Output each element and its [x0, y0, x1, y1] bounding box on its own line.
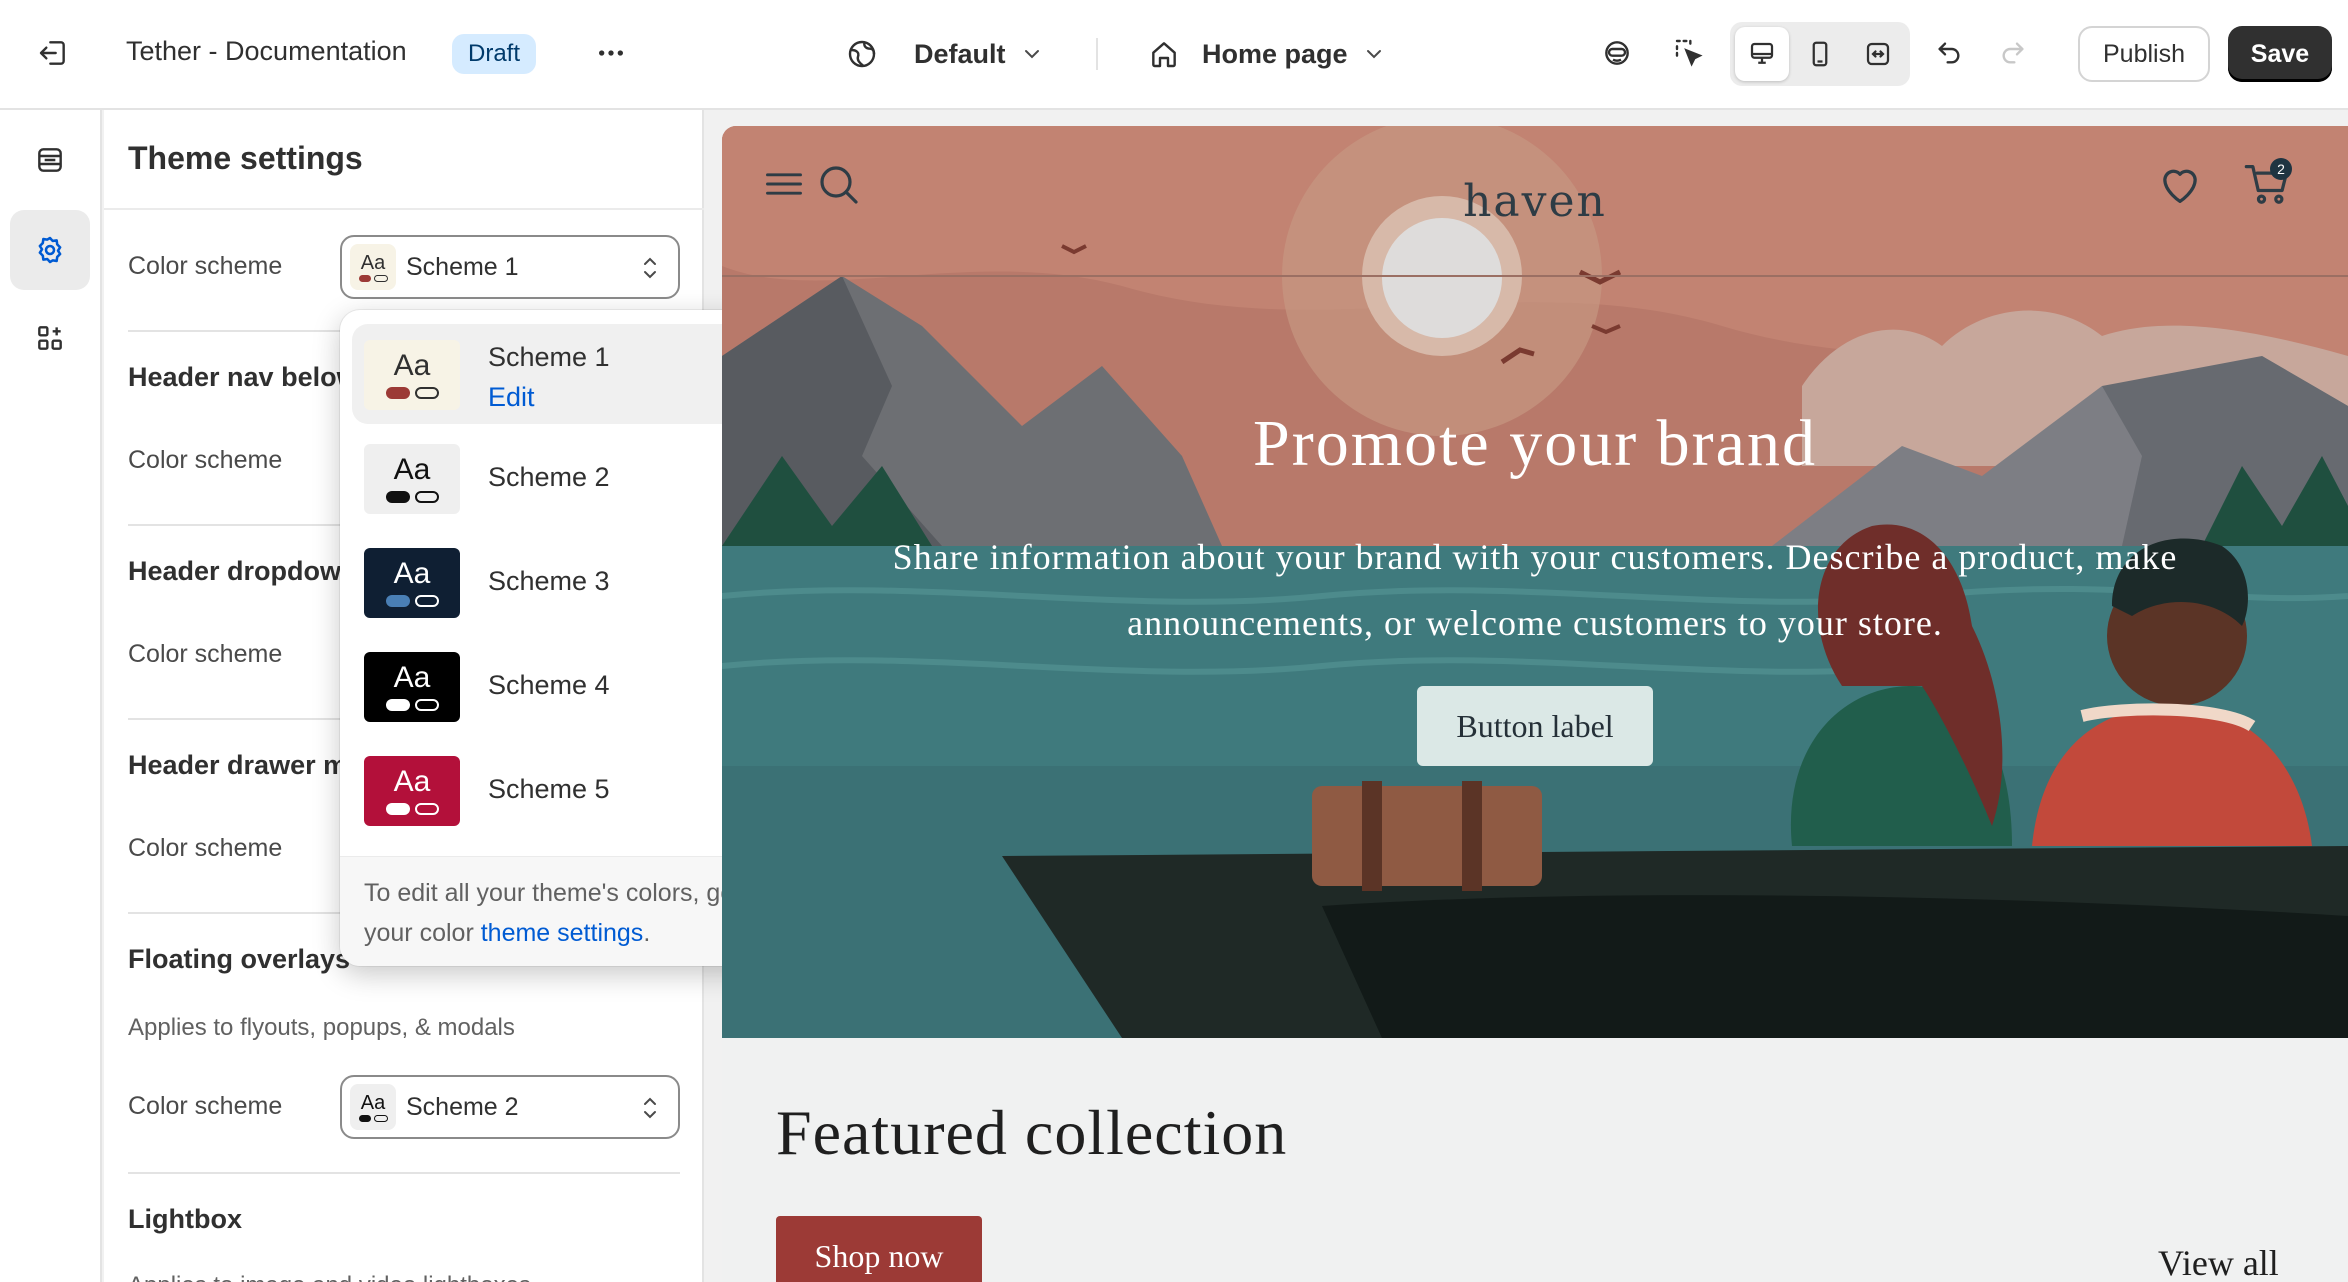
publish-button[interactable]: Publish — [2078, 26, 2210, 82]
chevron-down-icon — [1366, 50, 1381, 59]
store-logo[interactable]: haven — [722, 176, 2348, 227]
select-chevron-icon — [644, 257, 656, 279]
scheme-swatch: Aa — [350, 1084, 396, 1130]
editor-left-rail — [0, 110, 102, 1282]
theme-selector-label: Default — [914, 38, 1006, 69]
color-scheme-select[interactable]: Aa Scheme 1 — [340, 235, 680, 299]
section-title-header-nav: Header nav below — [128, 362, 358, 392]
wishlist-heart-icon[interactable] — [2154, 158, 2206, 210]
inspector-cursor-icon[interactable] — [1662, 26, 1716, 80]
select-chevron-icon — [644, 1097, 656, 1119]
section-title-floating-overlays: Floating overlays — [128, 944, 351, 974]
theme-settings-link[interactable]: theme settings — [481, 919, 644, 947]
device-toggle-group — [1730, 22, 1910, 86]
editor-topbar: Tether - Documentation Draft Default Hom… — [0, 0, 2348, 110]
footer-text-end: . — [643, 919, 651, 947]
full-width-icon[interactable] — [1851, 27, 1905, 81]
section-title-header-dropdown: Header dropdown — [128, 556, 358, 586]
page-selector[interactable]: Home page — [1148, 26, 1386, 82]
panel-title: Theme settings — [128, 140, 363, 176]
redo-icon[interactable] — [1986, 26, 2040, 80]
store-title: Tether - Documentation — [126, 36, 407, 66]
scheme-option-name: Scheme 3 — [488, 566, 610, 596]
color-scheme-label: Color scheme — [128, 640, 283, 668]
hero-banner: haven 2 Promote your brand Share informa… — [722, 126, 2348, 1038]
scheme-option-name: Scheme 1 — [488, 342, 610, 372]
mobile-icon[interactable] — [1793, 27, 1847, 81]
section-title-lightbox: Lightbox — [128, 1204, 242, 1234]
section-help-text: Applies to image and video lightboxes — [128, 1272, 531, 1282]
scheme-swatch: Aa — [364, 652, 460, 722]
view-all-link[interactable]: View all — [2158, 1242, 2279, 1282]
sidekick-icon[interactable] — [1590, 26, 1644, 80]
scheme-swatch: Aa — [364, 444, 460, 514]
divider — [128, 1172, 680, 1174]
hero-text: Share information about your brand with … — [892, 537, 2178, 643]
apps-icon[interactable] — [10, 298, 90, 378]
more-actions-icon[interactable] — [584, 26, 638, 80]
hero-title: Promote your brand — [1253, 407, 1817, 480]
hero-button[interactable]: Button label — [1417, 686, 1653, 766]
store-preview: haven 2 Promote your brand Share informa… — [722, 126, 2348, 1282]
sections-icon[interactable] — [10, 120, 90, 200]
color-scheme-label: Color scheme — [128, 834, 283, 862]
divider — [104, 208, 704, 210]
shop-now-button[interactable]: Shop now — [776, 1216, 982, 1282]
save-button[interactable]: Save — [2228, 26, 2332, 82]
section-help-text: Applies to flyouts, popups, & modals — [128, 1014, 515, 1041]
color-scheme-label: Color scheme — [128, 1092, 283, 1120]
scheme-swatch: Aa — [350, 244, 396, 290]
scheme-swatch: Aa — [364, 756, 460, 826]
color-scheme-label: Color scheme — [128, 252, 283, 280]
globe-icon — [848, 40, 876, 68]
scheme-swatch: Aa — [364, 548, 460, 618]
floating-overlays-color-scheme-select[interactable]: Aa Scheme 2 — [340, 1075, 680, 1139]
exit-icon[interactable] — [26, 26, 80, 80]
edit-scheme-link[interactable]: Edit — [488, 382, 535, 413]
status-badge: Draft — [452, 34, 537, 74]
chevron-down-icon — [1024, 50, 1039, 59]
page-selector-label: Home page — [1202, 38, 1348, 69]
color-scheme-select-value: Scheme 1 — [406, 252, 519, 281]
topbar-divider — [1096, 38, 1098, 70]
scheme-option-name: Scheme 5 — [488, 774, 610, 804]
section-title-header-drawer: Header drawer m — [128, 750, 348, 780]
cart-count-badge: 2 — [2270, 158, 2292, 180]
theme-selector[interactable]: Default — [846, 26, 1044, 82]
scheme-option-name: Scheme 4 — [488, 670, 610, 700]
theme-settings-gear-icon[interactable] — [10, 210, 90, 290]
desktop-icon[interactable] — [1735, 27, 1789, 81]
color-scheme-label: Color scheme — [128, 446, 283, 474]
scheme-swatch: Aa — [364, 340, 460, 410]
scheme-option-name: Scheme 2 — [488, 462, 610, 492]
home-icon — [1152, 42, 1176, 68]
featured-collection-title: Featured collection — [776, 1097, 1288, 1168]
undo-icon[interactable] — [1922, 26, 1976, 80]
store-header: haven 2 — [722, 126, 2348, 276]
color-scheme-select-value: Scheme 2 — [406, 1092, 519, 1121]
